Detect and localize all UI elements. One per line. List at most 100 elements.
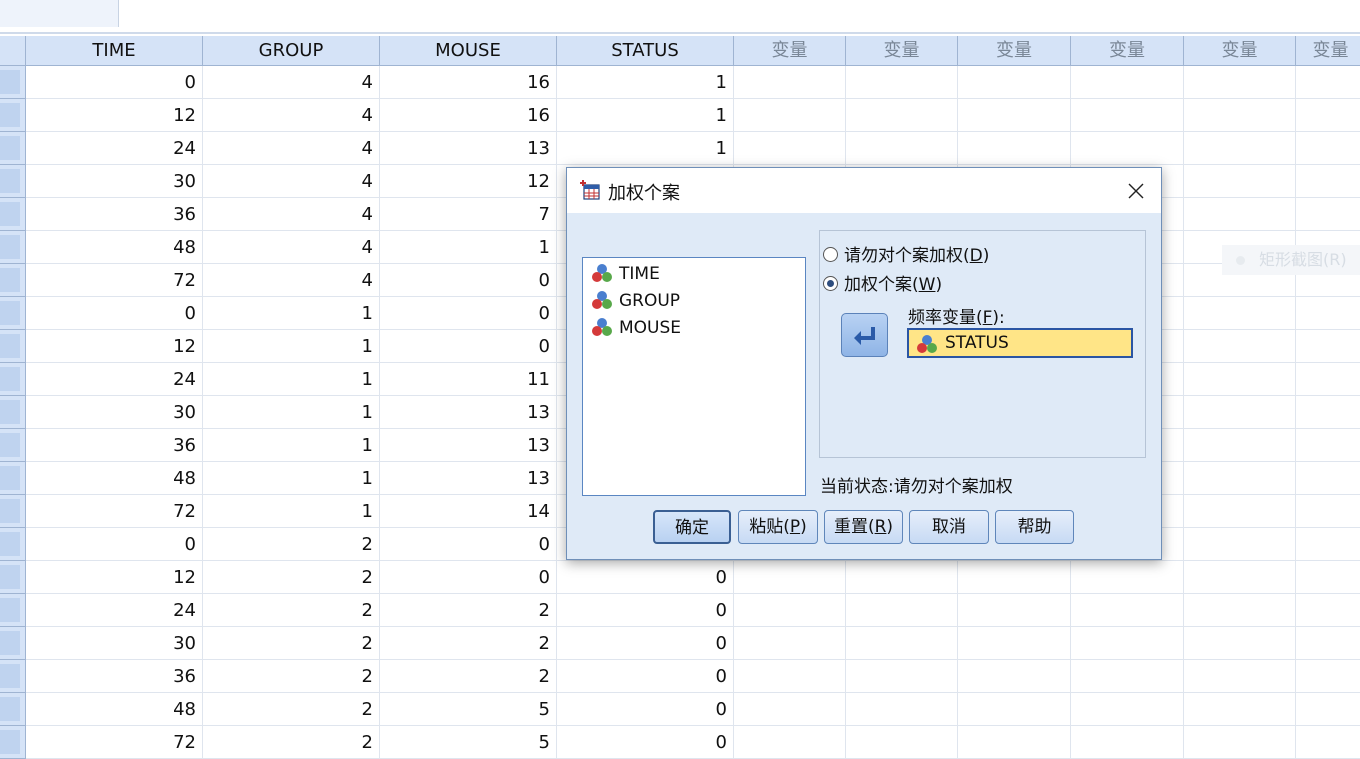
table-cell[interactable]: 0 bbox=[557, 594, 734, 627]
table-cell[interactable] bbox=[1184, 528, 1296, 561]
table-cell[interactable] bbox=[734, 726, 846, 759]
table-cell[interactable] bbox=[846, 627, 958, 660]
table-cell[interactable]: 1 bbox=[557, 66, 734, 99]
row-header[interactable] bbox=[0, 495, 26, 528]
table-cell[interactable]: 1 bbox=[557, 132, 734, 165]
table-cell[interactable]: 0 bbox=[26, 528, 203, 561]
table-cell[interactable] bbox=[846, 132, 958, 165]
table-cell[interactable]: 1 bbox=[380, 231, 557, 264]
table-cell[interactable] bbox=[846, 594, 958, 627]
column-header[interactable]: 变量 bbox=[1071, 36, 1184, 66]
table-cell[interactable] bbox=[1296, 99, 1360, 132]
table-cell[interactable] bbox=[846, 726, 958, 759]
table-cell[interactable] bbox=[734, 594, 846, 627]
cancel-button[interactable]: 取消 bbox=[909, 510, 989, 544]
paste-button[interactable]: 粘贴(P) bbox=[738, 510, 818, 544]
row-header[interactable] bbox=[0, 660, 26, 693]
row-header[interactable] bbox=[0, 594, 26, 627]
table-cell[interactable] bbox=[1296, 132, 1360, 165]
table-cell[interactable] bbox=[1071, 726, 1184, 759]
table-cell[interactable]: 1 bbox=[203, 495, 380, 528]
table-cell[interactable]: 2 bbox=[203, 627, 380, 660]
row-header[interactable] bbox=[0, 726, 26, 759]
table-cell[interactable] bbox=[846, 561, 958, 594]
table-cell[interactable]: 48 bbox=[26, 693, 203, 726]
table-cell[interactable] bbox=[958, 66, 1071, 99]
table-cell[interactable]: 72 bbox=[26, 495, 203, 528]
grid-corner[interactable] bbox=[0, 36, 26, 66]
table-cell[interactable] bbox=[1184, 429, 1296, 462]
table-cell[interactable]: 0 bbox=[380, 264, 557, 297]
table-cell[interactable]: 36 bbox=[26, 198, 203, 231]
table-cell[interactable] bbox=[958, 594, 1071, 627]
table-cell[interactable] bbox=[734, 627, 846, 660]
table-cell[interactable] bbox=[1296, 396, 1360, 429]
table-cell[interactable]: 30 bbox=[26, 165, 203, 198]
table-cell[interactable]: 4 bbox=[203, 99, 380, 132]
table-cell[interactable]: 12 bbox=[26, 330, 203, 363]
table-cell[interactable]: 0 bbox=[557, 561, 734, 594]
table-cell[interactable] bbox=[958, 726, 1071, 759]
table-cell[interactable]: 4 bbox=[203, 198, 380, 231]
row-header[interactable] bbox=[0, 627, 26, 660]
row-header[interactable] bbox=[0, 693, 26, 726]
table-cell[interactable]: 72 bbox=[26, 726, 203, 759]
table-cell[interactable]: 2 bbox=[380, 594, 557, 627]
table-cell[interactable]: 1 bbox=[557, 99, 734, 132]
table-cell[interactable]: 72 bbox=[26, 264, 203, 297]
frequency-variable-field[interactable]: STATUS bbox=[907, 328, 1133, 358]
table-cell[interactable] bbox=[846, 660, 958, 693]
table-cell[interactable] bbox=[734, 132, 846, 165]
table-cell[interactable] bbox=[1071, 660, 1184, 693]
table-cell[interactable] bbox=[1184, 99, 1296, 132]
table-cell[interactable] bbox=[1184, 726, 1296, 759]
table-cell[interactable]: 30 bbox=[26, 396, 203, 429]
reset-button[interactable]: 重置(R) bbox=[824, 510, 903, 544]
help-button[interactable]: 帮助 bbox=[995, 510, 1074, 544]
table-cell[interactable]: 1 bbox=[203, 396, 380, 429]
table-cell[interactable]: 13 bbox=[380, 132, 557, 165]
table-cell[interactable]: 1 bbox=[203, 462, 380, 495]
row-header[interactable] bbox=[0, 429, 26, 462]
table-cell[interactable]: 2 bbox=[380, 627, 557, 660]
table-cell[interactable] bbox=[958, 132, 1071, 165]
table-cell[interactable] bbox=[846, 99, 958, 132]
table-cell[interactable] bbox=[1296, 66, 1360, 99]
table-cell[interactable] bbox=[1071, 627, 1184, 660]
table-cell[interactable]: 1 bbox=[203, 429, 380, 462]
table-cell[interactable] bbox=[1184, 330, 1296, 363]
table-cell[interactable]: 0 bbox=[557, 726, 734, 759]
ok-button[interactable]: 确定 bbox=[653, 510, 731, 544]
table-cell[interactable] bbox=[734, 66, 846, 99]
table-cell[interactable] bbox=[734, 561, 846, 594]
column-header[interactable]: TIME bbox=[26, 36, 203, 66]
table-cell[interactable] bbox=[1296, 627, 1360, 660]
table-cell[interactable] bbox=[958, 627, 1071, 660]
table-cell[interactable] bbox=[958, 660, 1071, 693]
table-cell[interactable]: 13 bbox=[380, 429, 557, 462]
table-cell[interactable] bbox=[1184, 165, 1296, 198]
table-cell[interactable] bbox=[1184, 363, 1296, 396]
column-header[interactable]: GROUP bbox=[203, 36, 380, 66]
column-header[interactable]: 变量 bbox=[734, 36, 846, 66]
table-cell[interactable] bbox=[1296, 726, 1360, 759]
table-cell[interactable] bbox=[1184, 297, 1296, 330]
table-cell[interactable]: 2 bbox=[203, 693, 380, 726]
table-cell[interactable] bbox=[1184, 693, 1296, 726]
table-cell[interactable]: 4 bbox=[203, 231, 380, 264]
table-cell[interactable]: 0 bbox=[557, 693, 734, 726]
table-cell[interactable] bbox=[958, 561, 1071, 594]
move-variable-button[interactable] bbox=[841, 313, 888, 357]
table-cell[interactable]: 12 bbox=[26, 99, 203, 132]
table-cell[interactable]: 0 bbox=[380, 330, 557, 363]
table-cell[interactable]: 24 bbox=[26, 363, 203, 396]
row-header[interactable] bbox=[0, 132, 26, 165]
table-cell[interactable] bbox=[734, 99, 846, 132]
row-header[interactable] bbox=[0, 165, 26, 198]
table-cell[interactable] bbox=[1296, 660, 1360, 693]
table-cell[interactable]: 0 bbox=[557, 660, 734, 693]
row-header[interactable] bbox=[0, 297, 26, 330]
table-cell[interactable] bbox=[1184, 561, 1296, 594]
table-cell[interactable]: 7 bbox=[380, 198, 557, 231]
column-header[interactable]: 变量 bbox=[846, 36, 958, 66]
